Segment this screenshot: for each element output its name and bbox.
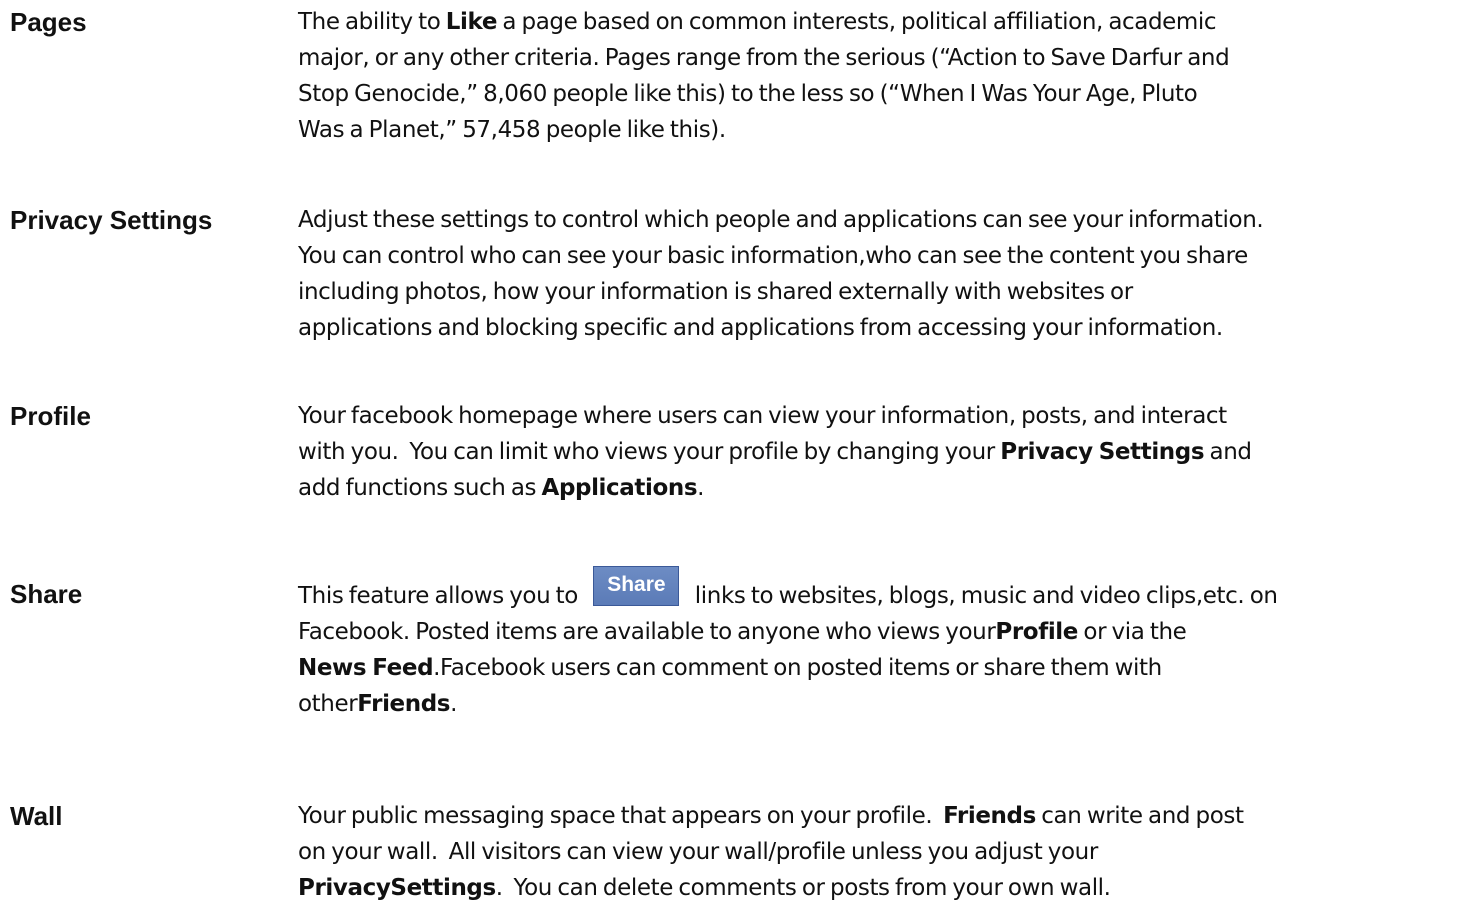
definition-wall: Your public messaging space that appears… xyxy=(298,798,1458,906)
definition-line: Was a Planet,” 57,458 people like this). xyxy=(298,117,726,143)
definition-line: with you. You can limit who views your p… xyxy=(298,439,1252,465)
definition-line: The ability to Like a page based on comm… xyxy=(298,9,1217,35)
glossary: Pages The ability to Like a page based o… xyxy=(0,0,1462,909)
definition-share: This feature allows you to Share links t… xyxy=(298,566,1458,722)
definition-line: otherFriends. xyxy=(298,691,457,717)
term-profile: Profile xyxy=(10,401,91,431)
definition-line: Stop Genocide,” 8,060 people like this) … xyxy=(298,81,1198,107)
definition-profile: Your facebook homepage where users can v… xyxy=(298,398,1458,506)
share-button[interactable]: Share xyxy=(593,566,680,606)
term-share: Share xyxy=(10,579,83,609)
definition-line: Adjust these settings to control which p… xyxy=(298,207,1264,233)
bold-term-news-feed: News Feed xyxy=(298,655,434,681)
definition-line: News Feed.Facebook users can comment on … xyxy=(298,655,1162,681)
definition-line: major, or any other criteria. Pages rang… xyxy=(298,45,1230,71)
definition-line: including photos, how your information i… xyxy=(298,279,1133,305)
definition-line: Facebook. Posted items are available to … xyxy=(298,619,1187,645)
definition-privacy-settings: Adjust these settings to control which p… xyxy=(298,202,1458,346)
bold-term-friends: Friends xyxy=(943,803,1036,829)
definition-line: You can control who can see your basic i… xyxy=(298,243,1248,269)
term-pages: Pages xyxy=(10,7,87,37)
definition-line: applications and blocking specific and a… xyxy=(298,315,1223,341)
bold-term-like: Like xyxy=(445,9,498,35)
bold-term-friends: Friends xyxy=(357,691,451,717)
definition-line: PrivacySettings. You can delete comments… xyxy=(298,875,1111,901)
definition-line: Your public messaging space that appears… xyxy=(298,803,1244,829)
bold-term-applications: Applications xyxy=(541,475,698,501)
definition-line: This feature allows you to Share links t… xyxy=(298,566,1458,614)
definition-line: on your wall. All visitors can view your… xyxy=(298,839,1098,865)
term-privacy-settings: Privacy Settings xyxy=(10,205,213,235)
bold-term-profile: Profile xyxy=(995,619,1078,645)
definition-pages: The ability to Like a page based on comm… xyxy=(298,4,1458,148)
definition-line: Your facebook homepage where users can v… xyxy=(298,403,1227,429)
term-wall: Wall xyxy=(10,801,63,831)
bold-term-privacysettings: PrivacySettings xyxy=(298,875,496,901)
definition-line: add functions such as Applications. xyxy=(298,475,705,501)
bold-term-privacy-settings: Privacy Settings xyxy=(1000,439,1205,465)
